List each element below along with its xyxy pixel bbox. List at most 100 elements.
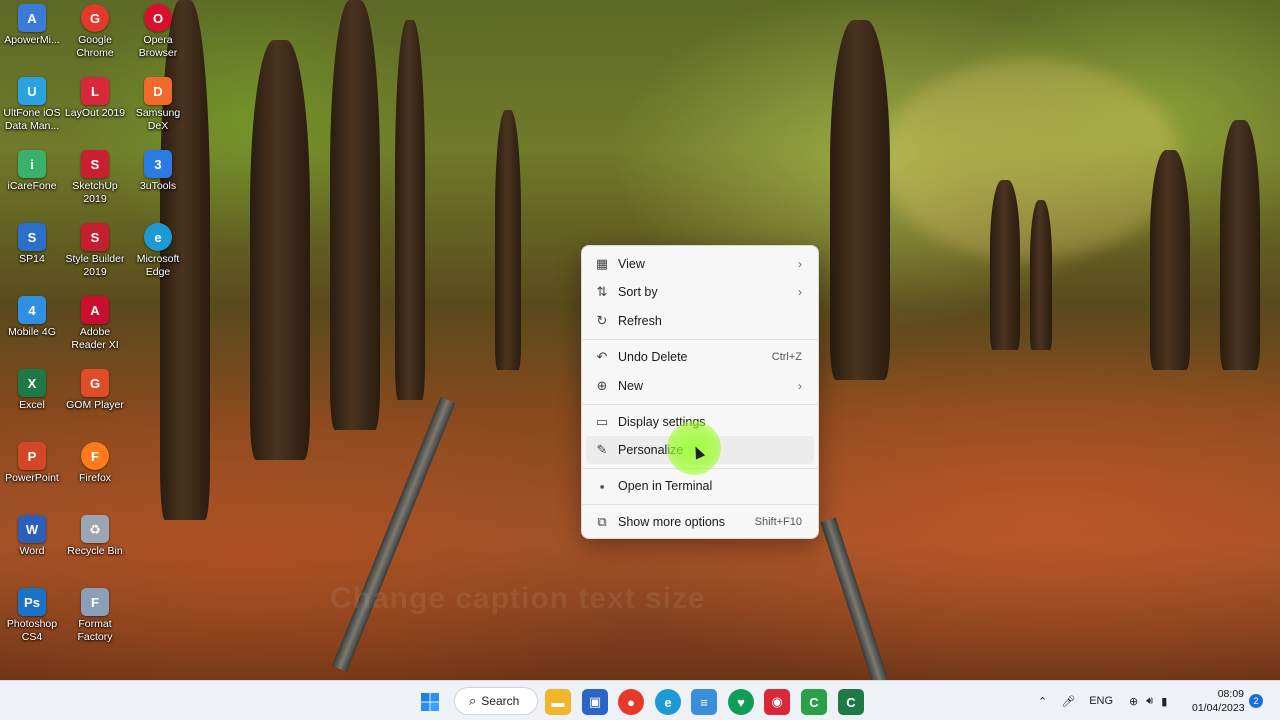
kaspersky-icon[interactable]: ♥ xyxy=(728,689,754,715)
display-settings-icon: ▭ xyxy=(595,414,609,429)
adobe-reader-icon: A xyxy=(81,296,109,324)
grid-view-icon: ▦ xyxy=(595,256,609,271)
desktop-icon-label: Word xyxy=(19,545,45,557)
desktop-icon-label: Opera Browser xyxy=(138,34,178,59)
ultfone-icon: U xyxy=(18,77,46,105)
desktop-icon-label: SketchUp 2019 xyxy=(72,180,118,205)
notification-badge[interactable]: 2 xyxy=(1249,694,1263,708)
menu-item-label: New xyxy=(618,379,644,393)
chrome-icon[interactable]: ● xyxy=(618,689,644,715)
desktop-icon-style-builder[interactable]: S Style Builder 2019 xyxy=(64,219,126,279)
desktop-icon-photoshop[interactable]: Ps Photoshop CS4 xyxy=(1,584,63,644)
desktop-icon-label: Google Chrome xyxy=(76,34,114,59)
menu-item-new[interactable]: ⊕ New › xyxy=(586,372,814,400)
desktop-icon-adobe-reader[interactable]: A Adobe Reader XI xyxy=(64,292,126,352)
desktop-icon-edge[interactable]: e Microsoft Edge xyxy=(127,219,189,279)
notepad-icon[interactable]: ≡ xyxy=(691,689,717,715)
desktop-icon-excel[interactable]: X Excel xyxy=(1,365,63,412)
desktop-icon-label: Excel xyxy=(19,399,45,411)
search-label: Search xyxy=(481,694,520,708)
desktop-icon-layout[interactable]: L LayOut 2019 xyxy=(64,73,126,120)
menu-item-show-more-options[interactable]: ⧉ Show more options Shift+F10 xyxy=(586,508,814,536)
sort-icon: ⇅ xyxy=(596,284,608,299)
format-factory-icon: F xyxy=(81,588,109,616)
network-icon[interactable]: ⊕ xyxy=(1129,695,1138,708)
apowermirror-icon: A xyxy=(18,4,46,32)
desktop-icon-chrome[interactable]: G Google Chrome xyxy=(64,0,126,60)
3utools-icon: 3 xyxy=(144,150,172,178)
gom-player-icon: G xyxy=(81,369,109,397)
desktop-icon-opera[interactable]: O Opera Browser xyxy=(127,0,189,60)
chevron-up-icon[interactable]: ⌃ xyxy=(1038,695,1047,708)
taskbar-clock[interactable]: 08:09 01/04/2023 xyxy=(1192,687,1245,715)
pen-icon: ✎ xyxy=(596,442,608,457)
menu-item-sort-by[interactable]: ⇅ Sort by › xyxy=(586,278,814,306)
desktop-icon-3utools[interactable]: 3 3uTools xyxy=(127,146,189,193)
clock-time: 08:09 xyxy=(1217,688,1244,700)
desktop-icon-word[interactable]: W Word xyxy=(1,511,63,558)
word-icon: W xyxy=(18,515,46,543)
samsung-dex-icon: D xyxy=(144,77,172,105)
microsoft-store-icon[interactable]: ▣ xyxy=(582,689,608,715)
desktop-icon-label: 3uTools xyxy=(139,180,177,192)
menu-item-refresh[interactable]: ↻ Refresh xyxy=(586,307,814,335)
clock-date: 01/04/2023 xyxy=(1192,702,1245,714)
desktop-icon-samsung-dex[interactable]: D Samsung DeX xyxy=(127,73,189,133)
desktop-icon-label: GOM Player xyxy=(66,399,124,411)
menu-item-label: Display settings xyxy=(618,415,706,429)
chevron-right-icon: › xyxy=(798,379,802,393)
edge-icon[interactable]: e xyxy=(655,689,681,715)
menu-item-label: Refresh xyxy=(618,314,662,328)
desktop-icon-label: UltFone iOS Data Man... xyxy=(3,107,61,132)
volume-icon[interactable]: 🔊︎ xyxy=(1146,695,1153,708)
desktop-icon-gom-player[interactable]: G GOM Player xyxy=(64,365,126,412)
desktop-icon-ultfone[interactable]: U UltFone iOS Data Man... xyxy=(1,73,63,133)
language-indicator[interactable]: ENG xyxy=(1089,695,1113,707)
desktop-icon-label: Mobile 4G xyxy=(8,326,56,338)
menu-item-label: View xyxy=(618,257,645,271)
search-icon: ⌕ xyxy=(469,693,477,708)
desktop-icon-apowermirror[interactable]: A ApowerMi... xyxy=(1,0,63,47)
desktop-icon-firefox[interactable]: F Firefox xyxy=(64,438,126,485)
terminal-icon: ▪ xyxy=(599,478,605,494)
menu-item-label: Open in Terminal xyxy=(618,479,713,493)
sketchup-icon: S xyxy=(81,150,109,178)
excel-icon[interactable]: C xyxy=(838,689,864,715)
battery-icon[interactable]: ▮ xyxy=(1161,695,1167,708)
desktop-icon-label: Recycle Bin xyxy=(67,545,123,557)
photoshop-icon: Ps xyxy=(18,588,46,616)
desktop-icon-recycle-bin[interactable]: ♻ Recycle Bin xyxy=(64,511,126,558)
firefox-icon: F xyxy=(81,442,109,470)
mobile-4g-icon: 4 xyxy=(18,296,46,324)
desktop-icon-icarefone[interactable]: i iCareFone xyxy=(1,146,63,193)
desktop-icon-mobile-4g[interactable]: 4 Mobile 4G xyxy=(1,292,63,339)
sp14-icon: S xyxy=(18,223,46,251)
menu-item-label: Sort by xyxy=(618,285,658,299)
desktop-icon-sketchup[interactable]: S SketchUp 2019 xyxy=(64,146,126,206)
menu-item-label: Undo Delete xyxy=(618,350,688,364)
desktop-context-menu: ▦ View › ⇅ Sort by › ↻ Refresh ↶ Undo De… xyxy=(581,245,819,539)
taskbar-search[interactable]: ⌕ Search xyxy=(454,687,538,715)
menu-item-undo-delete[interactable]: ↶ Undo Delete Ctrl+Z xyxy=(586,343,814,371)
screen-recorder-icon[interactable]: ◉ xyxy=(764,689,790,715)
system-tray: ⌃ 🎤︎ ENG ⊕ 🔊︎ ▮ xyxy=(1038,681,1167,720)
menu-item-view[interactable]: ▦ View › xyxy=(586,250,814,278)
desktop-icon-label: Format Factory xyxy=(77,618,113,643)
desktop-icon-label: LayOut 2019 xyxy=(64,107,126,119)
menu-separator xyxy=(582,504,818,505)
opera-icon: O xyxy=(144,4,172,32)
camtasia-icon[interactable]: C xyxy=(801,689,827,715)
undo-icon: ↶ xyxy=(596,349,608,364)
file-explorer-icon[interactable]: ▬ xyxy=(545,689,571,715)
recycle-bin-icon: ♻ xyxy=(81,515,109,543)
desktop-icon-label: SP14 xyxy=(19,253,45,265)
desktop-icon-powerpoint[interactable]: P PowerPoint xyxy=(1,438,63,485)
microphone-icon[interactable]: 🎤︎ xyxy=(1061,695,1075,708)
desktop-icon-format-factory[interactable]: F Format Factory xyxy=(64,584,126,644)
more-options-icon: ⧉ xyxy=(597,514,607,529)
desktop-icon-sp14[interactable]: S SP14 xyxy=(1,219,63,266)
desktop-icon-label: ApowerMi... xyxy=(4,34,60,46)
start-icon[interactable] xyxy=(417,689,443,715)
menu-item-open-in-terminal[interactable]: ▪ Open in Terminal xyxy=(586,472,814,500)
desktop-icon-label: iCareFone xyxy=(7,180,57,192)
